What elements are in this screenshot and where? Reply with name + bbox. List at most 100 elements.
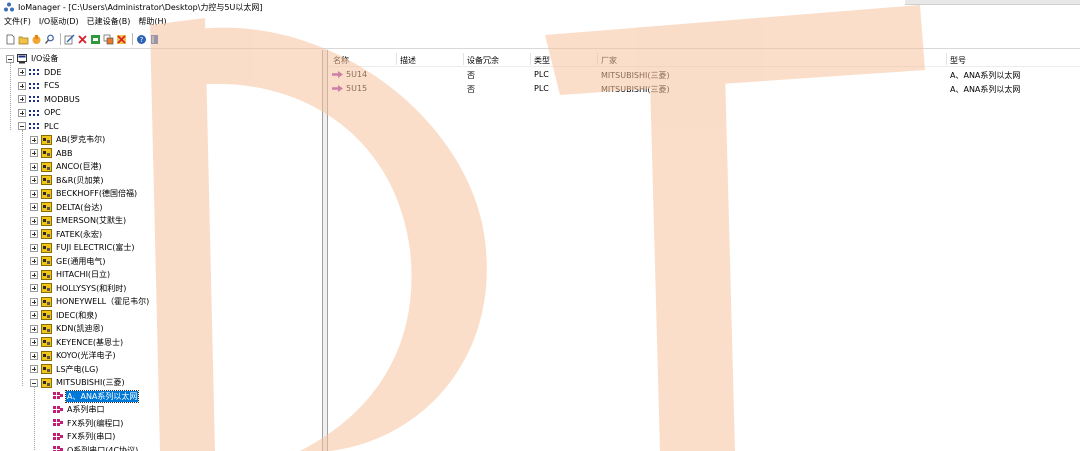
column-divider[interactable] bbox=[463, 53, 464, 65]
tree-node-vendor-hollysys[interactable]: HOLLYSYS(和利时) bbox=[30, 282, 127, 295]
add-device-icon[interactable] bbox=[90, 34, 101, 45]
expand-icon[interactable] bbox=[30, 284, 38, 292]
column-header-name[interactable]: 名称 bbox=[333, 55, 349, 66]
expand-icon[interactable] bbox=[18, 68, 26, 76]
tree-node-driver[interactable]: FX系列(编程口) bbox=[42, 417, 124, 430]
io-device-tree[interactable]: I/O设备 DDE FCS MODBUS OPC PLC AB(罗克韦尔) ABB ANCO(巨… bbox=[0, 50, 323, 451]
expand-icon[interactable] bbox=[30, 203, 38, 211]
expand-icon[interactable] bbox=[30, 297, 38, 306]
delete-icon[interactable] bbox=[77, 34, 88, 45]
tree-node-vendor-anco[interactable]: ANCO(巨港) bbox=[30, 160, 103, 173]
tree-node-vendor-idec[interactable]: IDEC(和泉) bbox=[30, 309, 98, 322]
expand-icon[interactable] bbox=[30, 311, 38, 319]
tree-node-io-devices[interactable]: I/O设备 bbox=[6, 52, 59, 65]
help-icon[interactable]: ? bbox=[136, 34, 147, 45]
tree-node-fcs[interactable]: FCS bbox=[18, 79, 60, 92]
tree-node-vendor-ge[interactable]: GE(通用电气) bbox=[30, 255, 107, 268]
edit-icon[interactable] bbox=[64, 34, 75, 45]
tree-node-driver[interactable]: A、ANA系列以太网 bbox=[42, 389, 140, 403]
expand-icon[interactable] bbox=[30, 243, 38, 252]
expand-icon[interactable] bbox=[30, 216, 38, 225]
menu-file[interactable]: 文件(F) bbox=[4, 16, 31, 27]
tree-node-label: MITSUBISHI(三菱) bbox=[56, 378, 125, 387]
expand-icon[interactable] bbox=[30, 162, 38, 171]
column-header-model[interactable]: 型号 bbox=[950, 55, 966, 66]
menu-bar: 文件(F) I/O驱动(D) 已建设备(B) 帮助(H) bbox=[0, 14, 1080, 28]
expand-icon[interactable] bbox=[30, 189, 38, 198]
tree-node-vendor-fatek[interactable]: FATEK(永宏) bbox=[30, 228, 103, 241]
pane-splitter[interactable] bbox=[323, 50, 328, 451]
expand-icon[interactable] bbox=[30, 365, 38, 373]
column-divider[interactable] bbox=[530, 53, 531, 65]
expand-icon[interactable] bbox=[18, 81, 26, 90]
tree-node-vendor-mitsubishi[interactable]: MITSUBISHI(三菱) bbox=[30, 376, 126, 389]
tree-node-vendor-koyo[interactable]: KOYO(光洋电子) bbox=[30, 349, 117, 362]
column-divider[interactable] bbox=[597, 53, 598, 65]
expand-icon[interactable] bbox=[30, 257, 38, 265]
bus-icon bbox=[29, 68, 40, 76]
cell-name: 5U14 bbox=[346, 70, 368, 79]
tree-node-vendor-abb[interactable]: ABB bbox=[30, 147, 73, 160]
tree-node-vendor-keyence[interactable]: KEYENCE(基恩士) bbox=[30, 336, 124, 349]
tree-node-vendor-ab[interactable]: AB(罗克韦尔) bbox=[30, 133, 106, 146]
tree-node-vendor-hitachi[interactable]: HITACHI(日立) bbox=[30, 268, 111, 281]
tree-node-label: HITACHI(日立) bbox=[56, 270, 111, 279]
tree-node-opc[interactable]: OPC bbox=[18, 106, 62, 119]
expand-icon[interactable] bbox=[30, 230, 38, 238]
expand-icon[interactable] bbox=[30, 135, 38, 144]
tree-node-label: IDEC(和泉) bbox=[56, 310, 98, 320]
column-header-vendor[interactable]: 厂家 bbox=[601, 55, 617, 66]
table-row[interactable]: 5U14 否 PLC MITSUBISHI(三菱) A、ANA系列以太网 bbox=[329, 68, 1080, 81]
header-divider bbox=[329, 66, 1080, 67]
expand-icon[interactable] bbox=[18, 108, 26, 117]
open-icon[interactable] bbox=[18, 34, 29, 45]
copy-icon[interactable] bbox=[103, 34, 114, 45]
hand-icon[interactable] bbox=[31, 34, 42, 45]
menu-io-driver[interactable]: I/O驱动(D) bbox=[39, 16, 79, 27]
toolbar-separator bbox=[132, 33, 133, 45]
column-header-type[interactable]: 类型 bbox=[534, 55, 550, 66]
tree-node-plc[interactable]: PLC bbox=[18, 120, 60, 133]
cut-icon[interactable] bbox=[116, 34, 127, 45]
device-list[interactable]: 名称 描述 设备冗余 类型 厂家 型号 5U14 否 PLC MITSUBISHI(三菱) A、AN… bbox=[329, 50, 1080, 451]
tree-node-vendor-beckhoff[interactable]: BECKHOFF(德国倍福) bbox=[30, 187, 138, 200]
new-icon[interactable] bbox=[5, 34, 16, 45]
driver-icon bbox=[53, 405, 63, 414]
tree-node-driver[interactable]: Q系列串口(4C协议) bbox=[42, 444, 139, 451]
tree-node-vendor-b-r[interactable]: B&R(贝加莱) bbox=[30, 174, 105, 187]
tree-node-label: I/O设备 bbox=[31, 54, 59, 63]
tree-node-vendor-emerson[interactable]: EMERSON(艾默生) bbox=[30, 214, 127, 227]
plc-vendor-icon bbox=[41, 148, 52, 158]
tree-node-vendor-kdn[interactable]: KDN(凯迪恩) bbox=[30, 322, 105, 335]
expand-icon[interactable] bbox=[18, 95, 26, 103]
device-arrow-icon bbox=[332, 71, 343, 78]
info-icon[interactable] bbox=[149, 34, 160, 45]
tree-node-vendor-delta[interactable]: DELTA(台达) bbox=[30, 201, 104, 214]
tree-node-label: PLC bbox=[44, 121, 59, 131]
expand-icon[interactable] bbox=[30, 149, 38, 157]
expand-icon[interactable] bbox=[30, 338, 38, 346]
menu-help[interactable]: 帮助(H) bbox=[138, 16, 166, 27]
column-divider[interactable] bbox=[946, 53, 947, 65]
tree-node-driver[interactable]: A系列串口 bbox=[42, 403, 105, 416]
tree-node-dde[interactable]: DDE bbox=[18, 66, 62, 79]
expand-icon[interactable] bbox=[30, 351, 38, 360]
plc-vendor-icon bbox=[41, 215, 52, 226]
plc-vendor-icon bbox=[41, 350, 52, 361]
column-header-desc[interactable]: 描述 bbox=[400, 55, 416, 66]
tree-node-modbus[interactable]: MODBUS bbox=[18, 93, 81, 106]
tree-node-vendor-ls-lg[interactable]: LS产电(LG) bbox=[30, 363, 99, 376]
menu-built-devices[interactable]: 已建设备(B) bbox=[87, 16, 131, 27]
find-icon[interactable] bbox=[44, 34, 55, 45]
tree-node-vendor-honeywell[interactable]: HONEYWELL（霍尼韦尔) bbox=[30, 295, 150, 308]
column-divider[interactable] bbox=[396, 53, 397, 65]
tree-node-label: MODBUS bbox=[44, 94, 80, 104]
cell-redundant: 否 bbox=[467, 71, 475, 80]
expand-icon[interactable] bbox=[30, 176, 38, 184]
expand-icon[interactable] bbox=[30, 270, 38, 279]
column-header-redundant[interactable]: 设备冗余 bbox=[467, 55, 499, 66]
tree-node-vendor-fuji-electric[interactable]: FUJI ELECTRIC(富士) bbox=[30, 241, 136, 254]
expand-icon[interactable] bbox=[30, 324, 38, 333]
table-row[interactable]: 5U15 否 PLC MITSUBISHI(三菱) A、ANA系列以太网 bbox=[329, 82, 1080, 95]
tree-node-driver[interactable]: FX系列(串口) bbox=[42, 430, 116, 443]
